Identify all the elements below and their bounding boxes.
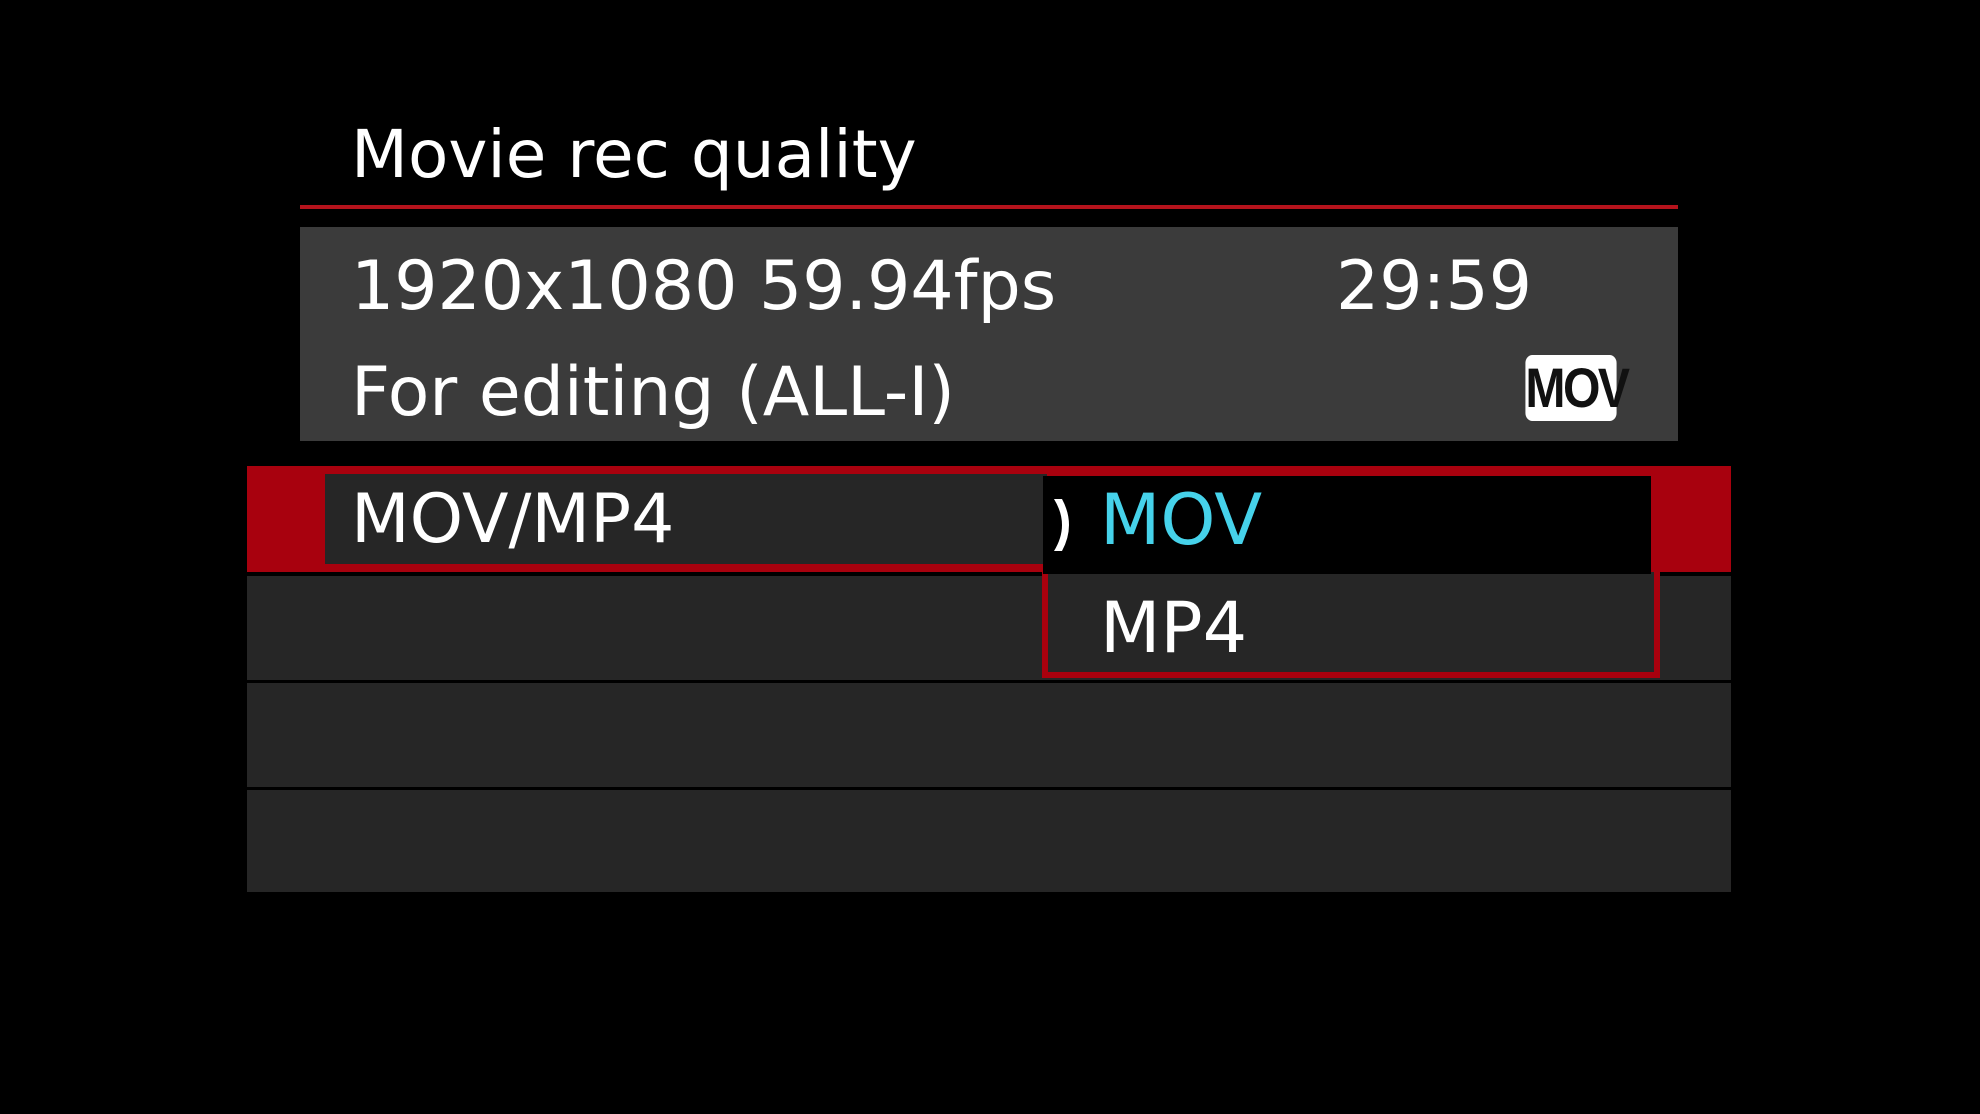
quality-info-panel: 1920x1080 59.94fps 29:59 For editing (AL… xyxy=(300,227,1678,441)
compression-text: For editing (ALL-I) xyxy=(351,353,955,432)
title-divider xyxy=(300,205,1678,209)
menu-item-empty-2 xyxy=(247,683,1731,787)
menu-item-label: MOV/MP4 xyxy=(351,480,675,559)
camera-menu-screen: Movie rec quality 1920x1080 59.94fps 29:… xyxy=(0,0,1980,1114)
page-title: Movie rec quality xyxy=(351,116,917,193)
dropdown-option-mov-label[interactable]: MOV xyxy=(1100,470,1262,570)
rec-time-text: 29:59 xyxy=(1336,247,1532,326)
mov-format-icon: MOV xyxy=(1525,355,1630,421)
menu-item-empty-3 xyxy=(247,790,1731,892)
dropdown-option-mp4[interactable]: MP4 xyxy=(1100,578,1247,678)
caret-right-icon xyxy=(1054,499,1069,551)
resolution-fps-text: 1920x1080 59.94fps xyxy=(351,247,1057,326)
